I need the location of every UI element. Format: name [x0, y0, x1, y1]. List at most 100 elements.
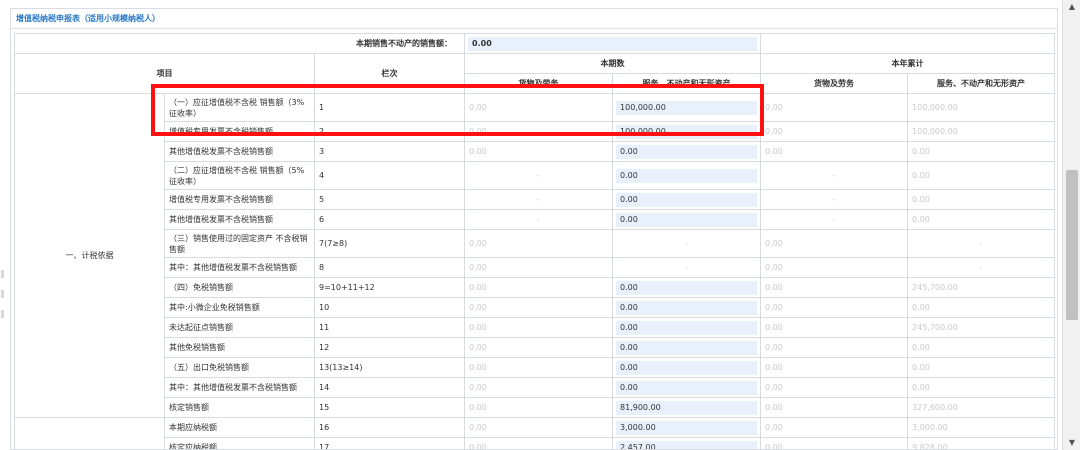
edge-mark [1, 310, 4, 318]
amount-cell: - [760, 161, 909, 190]
table-row: （四）免税销售额 9=10+11+12 0.00 0.00 0.00 245,700.00 [15, 277, 1056, 298]
amount-cell: - [760, 189, 909, 210]
amount-cell: 2,457.00 [612, 437, 762, 449]
amount-input[interactable]: 0.00 [616, 340, 758, 355]
edge-mark [1, 290, 4, 298]
scroll-thumb[interactable] [1066, 170, 1078, 320]
amount-cell: 3,000.00 [612, 417, 762, 438]
row-column-number: 2 [313, 121, 466, 142]
amount-input[interactable]: 0.00 [616, 280, 758, 295]
amount-cell: 327,600.00 [907, 397, 1056, 418]
row-column-number: 15 [313, 397, 466, 418]
amount-cell: 0.00 [464, 317, 614, 338]
amount-cell: 0.00 [760, 141, 909, 162]
amount-cell: 0.00 [760, 337, 909, 358]
header-current-services: 服务、不动产和无形资产 [612, 73, 762, 94]
amount-input[interactable]: 0.00 [616, 380, 758, 395]
left-edge-strip [0, 0, 10, 450]
row-column-number: 3 [313, 141, 466, 162]
amount-cell: - [612, 229, 762, 258]
amount-cell: 0.00 [612, 141, 762, 162]
table-row: 其他增值税发票不含税销售额 6-0.00-0.00 [15, 209, 1056, 230]
row-item-label: 其他免税销售额 [164, 337, 315, 358]
amount-input[interactable]: 81,900.00 [616, 400, 758, 415]
vertical-scrollbar[interactable]: ▲ ▼ [1062, 0, 1080, 450]
amount-input[interactable]: 0.00 [616, 320, 758, 335]
row-item-label: 其他增值税发票不含税销售额 [164, 141, 315, 162]
row-item-label: 其中:小微企业免税销售额 [164, 297, 315, 318]
amount-input[interactable]: 0.00 [616, 212, 758, 227]
real-estate-input[interactable]: 0.00 [468, 36, 758, 51]
amount-input[interactable]: 0.00 [616, 360, 758, 375]
row-item-label: 其中：其他增值税发票不含税销售额 [164, 257, 315, 278]
amount-cell: 0.00 [907, 161, 1056, 190]
amount-cell: 0.00 [612, 337, 762, 358]
amount-cell: 0.00 [907, 357, 1056, 378]
table-row: 增值税专用发票不含税销售额 2 0.00 100,000.00 0.00 100,000.… [15, 121, 1056, 142]
row-item-label: （四）免税销售额 [164, 277, 315, 298]
amount-cell: 100,000.00 [612, 121, 762, 142]
header-year-total: 本年累计 [760, 53, 1056, 74]
row-item-label: 其中：其他增值税发票不含税销售额 [164, 377, 315, 398]
amount-cell: 0.00 [612, 161, 762, 190]
amount-cell: 0.00 [760, 229, 909, 258]
table-row: 增值税专用发票不含税销售额 5-0.00-0.00 [15, 189, 1056, 210]
header-current-period: 本期数 [464, 53, 762, 74]
row-column-number: 1 [313, 93, 466, 122]
row-column-number: 9=10+11+12 [313, 277, 466, 298]
amount-cell: - [760, 209, 909, 230]
amount-cell: 0.00 [464, 229, 614, 258]
amount-cell: 0.00 [464, 257, 614, 278]
amount-cell: - [612, 257, 762, 278]
amount-cell: 100,000.00 [907, 121, 1056, 142]
amount-cell: 0.00 [760, 121, 909, 142]
amount-cell: 0.00 [464, 397, 614, 418]
scroll-down-arrow-icon[interactable]: ▼ [1063, 436, 1080, 450]
amount-input[interactable]: 100,000.00 [616, 100, 758, 115]
amount-cell: 0.00 [612, 297, 762, 318]
table-row: 其他增值税发票不含税销售额 3 0.00 0.00 0.00 0.00 [15, 141, 1056, 162]
amount-cell: 0.00 [464, 297, 614, 318]
amount-input[interactable]: 2,457.00 [616, 440, 758, 449]
amount-input[interactable]: 0.00 [616, 300, 758, 315]
amount-cell: 0.00 [907, 337, 1056, 358]
amount-cell: 0.00 [612, 377, 762, 398]
row-item-label: （三）销售使用过的固定资产 不含税销售额 [164, 229, 315, 258]
scroll-up-arrow-icon[interactable]: ▲ [1063, 0, 1080, 14]
header-year-goods: 货物及劳务 [760, 73, 909, 94]
amount-cell: 0.00 [612, 317, 762, 338]
row-item-label: （五）出口免税销售额 [164, 357, 315, 378]
row-item-label: 核定销售额 [164, 397, 315, 418]
row-column-number: 13(13≥14) [313, 357, 466, 378]
amount-cell: 0.00 [760, 93, 909, 122]
amount-cell: 0.00 [760, 397, 909, 418]
table-row: 核定销售额 15 0.00 81,900.00 0.00 327,600.00 [15, 397, 1056, 418]
amount-cell: 0.00 [464, 277, 614, 298]
row-column-number: 14 [313, 377, 466, 398]
form-title: 增值税纳税申报表（适用小规模纳税人） [11, 9, 1057, 29]
row-column-number: 17 [313, 437, 466, 449]
amount-input[interactable]: 0.00 [616, 168, 758, 183]
amount-cell: 0.00 [907, 141, 1056, 162]
table-row: 本期应纳税额 16 0.00 3,000.00 0.00 3,000.00 [14, 417, 1056, 449]
amount-cell: 0.00 [907, 297, 1056, 318]
row-column-number: 10 [313, 297, 466, 318]
header-column: 栏次 [313, 53, 466, 94]
table-row: 其中：其他增值税发票不含税销售额 14 0.00 0.00 0.00 0.00 [15, 377, 1056, 398]
table-row: 一、计税依据 （一）应征增值税不含税 销售额（3% 征收率） 1 0.00 100,00… [14, 93, 1056, 418]
row-column-number: 6 [313, 209, 466, 230]
amount-cell: 0.00 [612, 189, 762, 210]
amount-input[interactable]: 3,000.00 [616, 420, 758, 435]
row-column-number: 7(7≥8) [313, 229, 466, 258]
amount-cell: 0.00 [612, 277, 762, 298]
amount-cell: 0.00 [760, 257, 909, 278]
amount-cell: 0.00 [464, 141, 614, 162]
amount-input[interactable]: 100,000.00 [616, 124, 758, 139]
amount-cell: 0.00 [464, 417, 614, 438]
amount-input[interactable]: 0.00 [616, 192, 758, 207]
row-column-number: 11 [313, 317, 466, 338]
row-item-label: （一）应征增值税不含税 销售额（3% 征收率） [164, 93, 315, 122]
row-item-label: 未达起征点销售额 [164, 317, 315, 338]
amount-input[interactable]: 0.00 [616, 144, 758, 159]
amount-cell: 100,000.00 [907, 93, 1056, 122]
